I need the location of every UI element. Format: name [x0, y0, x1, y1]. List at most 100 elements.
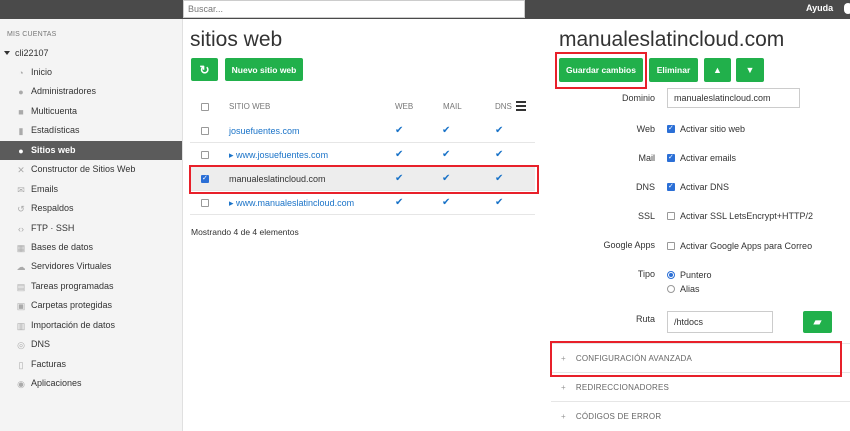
dns-check-icon: ✔ [495, 149, 504, 160]
web-label: Web [636, 124, 655, 134]
refresh-button[interactable]: ↻ [191, 58, 218, 81]
sidebar-item-emails[interactable]: ✉ Emails [0, 180, 182, 199]
mail-check-icon: ✔ [442, 197, 451, 208]
pagination-info: Mostrando 4 de 4 elementos [191, 227, 299, 237]
refresh-icon: ↻ [199, 62, 210, 77]
site-link[interactable]: ▸ www.manualeslatincloud.com [229, 198, 354, 209]
ruta-field[interactable] [667, 311, 773, 333]
row-checkbox[interactable] [201, 199, 209, 207]
column-options-icon[interactable] [516, 101, 526, 111]
row-checkbox[interactable] [201, 151, 209, 159]
document-icon: ▯ [18, 359, 24, 370]
dominio-field[interactable] [667, 88, 800, 108]
highlight-box [555, 52, 647, 89]
accounts-icon: ■ [18, 106, 24, 117]
mail-label: Mail [638, 153, 655, 163]
sidebar-item-tareas[interactable]: ▤ Tareas programadas [0, 277, 182, 296]
tipo-label: Tipo [637, 269, 655, 279]
sidebar-item-constructor[interactable]: ✕ Constructor de Sitios Web [0, 160, 182, 179]
sidebar-item-importacion[interactable]: ▥ Importación de datos [0, 316, 182, 335]
table-row[interactable]: ▸ www.manualeslatincloud.com ✔ ✔ ✔ [190, 191, 535, 215]
ssl-checkbox[interactable] [667, 212, 675, 220]
table-row[interactable]: josuefuentes.com ✔ ✔ ✔ [190, 119, 535, 143]
search-input[interactable] [183, 0, 525, 18]
sidebar-item-label: Importación de datos [31, 319, 116, 330]
sidebar-item-facturas[interactable]: ▯ Facturas [0, 355, 182, 374]
sidebar-item-label: Constructor de Sitios Web [31, 164, 136, 175]
compass-icon: ◎ [17, 340, 25, 351]
site-link[interactable]: ▸ www.josuefuentes.com [229, 150, 328, 161]
web-check-icon: ✔ [395, 149, 404, 160]
tipo-alias-option[interactable]: Alias [667, 284, 700, 294]
site-link[interactable]: josuefuentes.com [229, 126, 300, 136]
ssl-toggle[interactable]: Activar SSL LetsEncrypt+HTTP/2 [667, 211, 813, 221]
code-icon: ‹› [18, 223, 24, 234]
table-row[interactable]: ▸ www.josuefuentes.com ✔ ✔ ✔ [190, 143, 535, 167]
web-toggle[interactable]: Activar sitio web [667, 124, 745, 134]
sidebar-item-multicuenta[interactable]: ■ Multicuenta [0, 102, 182, 121]
bar-chart-icon: ▮ [18, 126, 24, 137]
move-down-button[interactable]: ▼ [736, 58, 764, 82]
sidebar-item-carpetas[interactable]: ▣ Carpetas protegidas [0, 296, 182, 315]
chevron-down-icon: ▼ [745, 65, 755, 75]
apps-icon: ◉ [17, 379, 25, 389]
web-check-icon: ✔ [395, 125, 404, 136]
new-site-button[interactable]: Nuevo sitio web [225, 58, 303, 81]
sidebar-item-respaldos[interactable]: ↺ Respaldos [0, 199, 182, 218]
column-header-mail[interactable]: MAIL [443, 102, 462, 111]
sidebar-item-label: Servidores Virtuales [31, 261, 112, 272]
sidebar-item-administradores[interactable]: ● Administradores [0, 82, 182, 101]
sidebar: MIS CUENTAS cli22107 ◔ Inicio ● Administra… [0, 19, 183, 431]
sidebar-item-dns[interactable]: ◎ DNS [0, 335, 182, 354]
puntero-radio[interactable] [667, 271, 675, 279]
column-header-web[interactable]: WEB [395, 102, 413, 111]
section-codigos-de-error[interactable]: + CÓDIGOS DE ERROR [551, 401, 850, 430]
tipo-puntero-option[interactable]: Puntero [667, 270, 712, 280]
sidebar-item-label: Respaldos [31, 203, 74, 214]
dns-toggle[interactable]: Activar DNS [667, 182, 729, 192]
row-checkbox[interactable] [201, 127, 209, 135]
select-all-checkbox[interactable] [201, 103, 209, 111]
alias-radio[interactable] [667, 285, 675, 293]
sidebar-item-servidores-virtuales[interactable]: ☁ Servidores Virtuales [0, 257, 182, 276]
mail-check-icon: ✔ [442, 149, 451, 160]
globe-icon: ● [18, 145, 24, 156]
mail-toggle[interactable]: Activar emails [667, 153, 736, 163]
column-header-site[interactable]: SITIO WEB [229, 102, 270, 111]
sidebar-item-bases-de-datos[interactable]: ▦ Bases de datos [0, 238, 182, 257]
sidebar-heading: MIS CUENTAS [7, 31, 57, 38]
section-label: CÓDIGOS DE ERROR [575, 412, 662, 421]
user-menu-icon[interactable] [844, 3, 850, 14]
browse-folder-button[interactable]: ▰ [803, 311, 832, 333]
google-apps-checkbox[interactable] [667, 242, 675, 250]
sidebar-item-label: Sitios web [31, 144, 76, 155]
ssl-option-label: Activar SSL LetsEncrypt+HTTP/2 [680, 211, 813, 221]
web-checkbox[interactable] [667, 124, 675, 133]
column-header-dns[interactable]: DNS [495, 102, 512, 111]
sidebar-item-label: Carpetas protegidas [31, 300, 113, 311]
folder-open-icon: ▰ [813, 316, 822, 328]
move-up-button[interactable]: ▲ [704, 58, 731, 82]
account-selector[interactable]: cli22107 [4, 48, 49, 58]
sidebar-item-sitios-web[interactable]: ● Sitios web [0, 140, 182, 161]
mail-checkbox[interactable] [667, 153, 675, 162]
google-apps-toggle[interactable]: Activar Google Apps para Correo [667, 241, 812, 251]
delete-button[interactable]: Eliminar [649, 58, 698, 82]
sidebar-item-ftp-ssh[interactable]: ‹› FTP · SSH [0, 219, 182, 238]
mail-check-icon: ✔ [442, 125, 451, 136]
database-icon: ▦ [16, 242, 26, 253]
dns-label: DNS [635, 182, 655, 192]
highlight-box [189, 165, 539, 194]
sidebar-item-aplicaciones[interactable]: ◉ Aplicaciones [0, 374, 182, 393]
sidebar-item-inicio[interactable]: ◔ Inicio [0, 63, 182, 82]
sidebar-menu: ◔ Inicio ● Administradores ■ Multicuenta ▮ E… [0, 63, 182, 393]
sidebar-item-estadisticas[interactable]: ▮ Estadísticas [0, 121, 182, 140]
envelope-icon: ✉ [17, 184, 25, 195]
sidebar-item-label: Estadísticas [31, 125, 80, 136]
dns-check-icon: ✔ [495, 197, 504, 208]
sidebar-item-label: Inicio [31, 67, 53, 77]
puntero-label: Puntero [680, 270, 712, 280]
help-link[interactable]: Ayuda [806, 3, 833, 13]
google-apps-option-label: Activar Google Apps para Correo [680, 241, 813, 251]
dns-checkbox[interactable] [667, 182, 675, 191]
